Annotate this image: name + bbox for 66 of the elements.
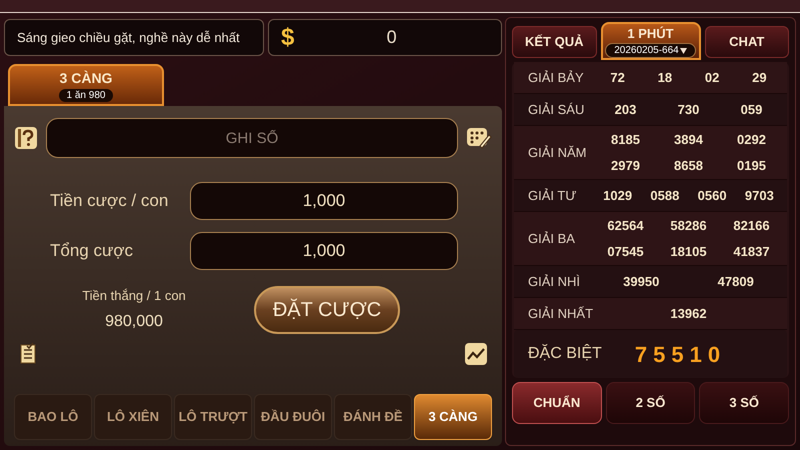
prize-number: 8185 [611,131,640,149]
total-bet-label: Tổng cược [49,240,134,262]
balance-value: 0 [386,26,398,49]
prize-number: 41837 [733,242,770,260]
prize-number: 0195 [737,156,766,174]
view-tab[interactable]: 2 SỐ [606,382,696,424]
prize-number: 1029 [603,186,632,205]
bet-per-number-field[interactable]: 1,000 [190,182,458,220]
prize-number: 203 [614,100,636,119]
bet-per-number-label: Tiền cược / con [49,190,170,212]
prize-label: GIẢI NHÌ [527,272,582,291]
place-bet-button[interactable]: ĐẶT CƯỢC [254,286,400,334]
result-tab[interactable]: CHAT [704,26,789,58]
prize-number: 72 [610,68,625,87]
prize-number: 0292 [737,131,766,149]
prize-label: GIẢI SÁU [527,100,586,119]
prize-label: GIẢI NĂM [527,144,588,162]
prize-number: 07545 [607,242,644,260]
special-prize-number: 75510 [634,340,728,368]
total-bet-field[interactable]: 1,000 [190,232,458,270]
help-icon[interactable] [14,126,38,150]
bet-type-tab[interactable]: LÔ XIÊN [94,394,172,440]
bet-type-tab[interactable]: ĐÁNH ĐỀ [334,394,412,440]
bet-type-tab[interactable]: ĐẦU ĐUÔI [254,394,332,440]
prize-number: 13962 [670,304,707,323]
view-tab[interactable]: CHUẨN [512,382,602,424]
bet-type-tab[interactable]: 3 CÀNG [414,394,492,440]
prize-number: 39950 [623,272,660,291]
view-tab[interactable]: 3 SỐ [699,382,790,424]
prize-number: 29 [752,68,767,87]
special-prize-label: ĐẶC BIỆT [527,343,603,364]
prize-number: 02 [704,68,720,87]
result-tab[interactable]: 1 PHÚT 20260205-664 [600,22,700,60]
winnings-label: Tiền thắng / 1 con [82,287,186,306]
round-dropdown[interactable]: 20260205-664 [605,43,696,58]
prize-number: 0588 [650,186,680,205]
prize-number: 9703 [744,186,774,205]
game-tab[interactable]: 3 CÀNG 1 ăn 980 [8,64,164,106]
prize-label: GIẢI BẢY [527,68,585,87]
game-title: 3 CÀNG [60,69,112,88]
result-tab[interactable]: KẾT QUẢ [512,26,596,58]
round-id: 20260205-664 [614,44,679,58]
odds-badge: 1 ăn 980 [58,89,114,102]
keypad-pencil-icon[interactable] [466,126,492,150]
prize-number: 18105 [670,242,707,260]
slogan-text: Sáng gieo chiều gặt, nghề này dễ nhất [17,28,240,47]
prize-number: 730 [678,100,700,119]
currency-sign: $ [281,22,294,52]
prize-number: 0560 [698,186,727,205]
chart-icon[interactable] [464,342,488,366]
prize-number: 2979 [611,156,640,174]
winnings-value: 980,000 [105,312,163,332]
caret-icon [680,48,687,54]
prize-number: 8658 [674,156,703,174]
prize-label: GIẢI BA [527,230,576,248]
bet-type-tab[interactable]: LÔ TRƯỢT [174,394,252,440]
prize-number: 18 [658,68,672,87]
prize-number: 62564 [607,217,644,235]
prize-number: 3894 [674,131,703,149]
prize-label: GIẢI NHẤT [527,304,594,323]
prize-number: 47809 [718,272,754,291]
bet-type-tab[interactable]: BAO LÔ [14,394,92,440]
prize-number: 82166 [733,217,770,235]
prize-number: 059 [740,100,762,119]
prize-label: GIẢI TƯ [527,186,578,205]
prize-number: 58286 [670,217,707,235]
